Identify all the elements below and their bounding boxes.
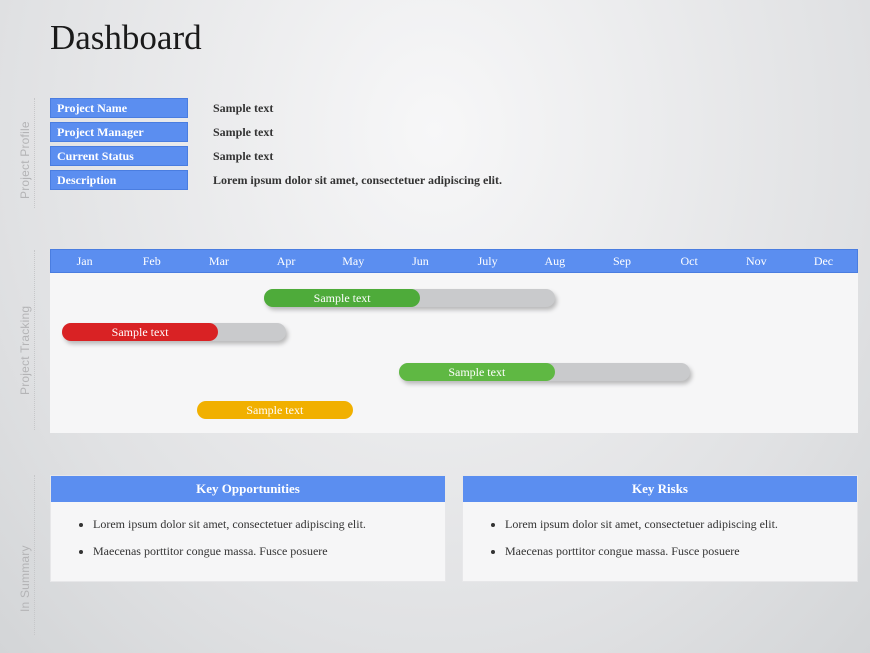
gantt-task-fill: Sample text bbox=[62, 323, 218, 341]
month-label: Apr bbox=[253, 254, 320, 269]
profile-label-status: Current Status bbox=[50, 146, 188, 166]
month-label: Aug bbox=[521, 254, 588, 269]
month-label: Jan bbox=[51, 254, 118, 269]
month-label: Jun bbox=[387, 254, 454, 269]
opportunity-item: Maecenas porttitor congue massa. Fusce p… bbox=[93, 543, 427, 560]
project-tracking: Jan Feb Mar Apr May Jun July Aug Sep Oct… bbox=[50, 249, 858, 433]
project-profile: Project Name Sample text Project Manager… bbox=[50, 98, 502, 194]
gantt-task-fill: Sample text bbox=[399, 363, 555, 381]
gantt-task: Sample text bbox=[264, 289, 555, 307]
panel-header-risks: Key Risks bbox=[463, 476, 857, 502]
month-label: May bbox=[320, 254, 387, 269]
month-label: Oct bbox=[656, 254, 723, 269]
gantt-task: Sample text bbox=[62, 323, 286, 341]
profile-value-manager: Sample text bbox=[213, 125, 273, 140]
profile-row: Project Manager Sample text bbox=[50, 122, 502, 142]
month-label: Dec bbox=[790, 254, 857, 269]
month-label: Mar bbox=[185, 254, 252, 269]
profile-label-description: Description bbox=[50, 170, 188, 190]
opportunity-item: Lorem ipsum dolor sit amet, consectetuer… bbox=[93, 516, 427, 533]
gantt-task: Sample text bbox=[399, 363, 690, 381]
month-label: Feb bbox=[118, 254, 185, 269]
section-label-tracking: Project Tracking bbox=[18, 306, 32, 395]
panel-opportunities: Key Opportunities Lorem ipsum dolor sit … bbox=[50, 475, 446, 582]
panel-body-risks: Lorem ipsum dolor sit amet, consectetuer… bbox=[463, 502, 857, 581]
panel-header-opportunities: Key Opportunities bbox=[51, 476, 445, 502]
profile-value-status: Sample text bbox=[213, 149, 273, 164]
profile-value-name: Sample text bbox=[213, 101, 273, 116]
month-label: Sep bbox=[588, 254, 655, 269]
panel-body-opportunities: Lorem ipsum dolor sit amet, consectetuer… bbox=[51, 502, 445, 581]
profile-label-manager: Project Manager bbox=[50, 122, 188, 142]
summary-panels: Key Opportunities Lorem ipsum dolor sit … bbox=[50, 475, 858, 582]
profile-value-description: Lorem ipsum dolor sit amet, consectetuer… bbox=[213, 173, 502, 188]
gantt-area: Sample text Sample text Sample text Sample … bbox=[50, 273, 858, 433]
page-title: Dashboard bbox=[50, 18, 202, 58]
profile-label-name: Project Name bbox=[50, 98, 188, 118]
panel-risks: Key Risks Lorem ipsum dolor sit amet, co… bbox=[462, 475, 858, 582]
months-bar: Jan Feb Mar Apr May Jun July Aug Sep Oct… bbox=[50, 249, 858, 273]
section-label-profile: Project Profile bbox=[18, 121, 32, 199]
section-label-summary: In Summary bbox=[18, 545, 32, 612]
risk-item: Maecenas porttitor congue massa. Fusce p… bbox=[505, 543, 839, 560]
gantt-task-fill: Sample text bbox=[197, 401, 353, 419]
risk-item: Lorem ipsum dolor sit amet, consectetuer… bbox=[505, 516, 839, 533]
profile-row: Project Name Sample text bbox=[50, 98, 502, 118]
gantt-task-fill: Sample text bbox=[264, 289, 420, 307]
month-label: July bbox=[454, 254, 521, 269]
profile-row: Current Status Sample text bbox=[50, 146, 502, 166]
profile-row: Description Lorem ipsum dolor sit amet, … bbox=[50, 170, 502, 190]
month-label: Nov bbox=[723, 254, 790, 269]
